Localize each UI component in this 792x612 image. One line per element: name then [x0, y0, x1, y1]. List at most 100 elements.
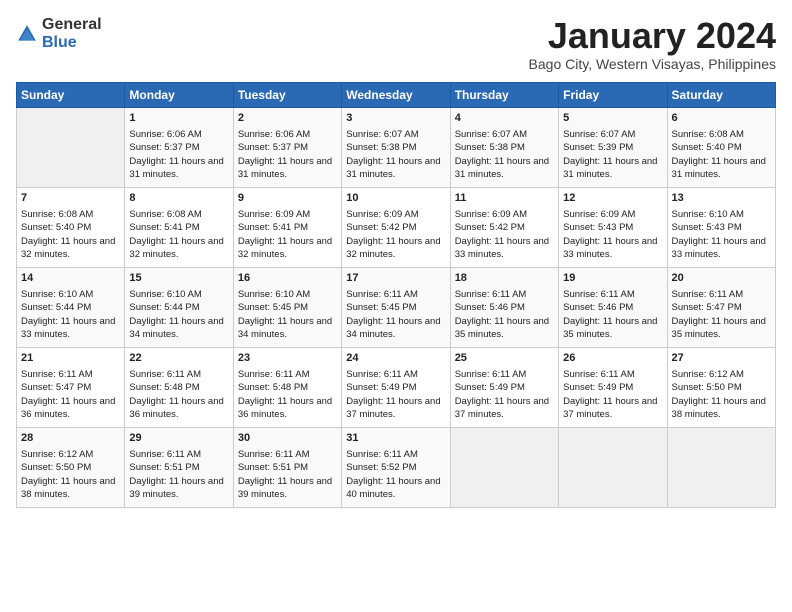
- col-saturday: Saturday: [667, 82, 775, 107]
- col-sunday: Sunday: [17, 82, 125, 107]
- sunrise: Sunrise: 6:11 AM: [129, 369, 201, 380]
- day-number: 22: [129, 351, 228, 366]
- sunset: Sunset: 5:40 PM: [672, 142, 742, 153]
- sunset: Sunset: 5:45 PM: [346, 302, 416, 313]
- table-row: 30Sunrise: 6:11 AMSunset: 5:51 PMDayligh…: [233, 427, 341, 507]
- table-row: 2 Sunrise: 6:06 AM Sunset: 5:37 PM Daylight…: [233, 107, 341, 187]
- table-row: 19Sunrise: 6:11 AMSunset: 5:46 PMDayligh…: [559, 267, 667, 347]
- day-number: 29: [129, 431, 228, 446]
- table-row: 15Sunrise: 6:10 AMSunset: 5:44 PMDayligh…: [125, 267, 233, 347]
- table-row: 20Sunrise: 6:11 AMSunset: 5:47 PMDayligh…: [667, 267, 775, 347]
- table-row: 23Sunrise: 6:11 AMSunset: 5:48 PMDayligh…: [233, 347, 341, 427]
- sunset: Sunset: 5:43 PM: [672, 222, 742, 233]
- table-row: [450, 427, 558, 507]
- subtitle: Bago City, Western Visayas, Philippines: [529, 56, 776, 72]
- day-number: 2: [238, 111, 337, 126]
- sunset: Sunset: 5:50 PM: [21, 462, 91, 473]
- logo-text: General Blue: [42, 16, 102, 51]
- sunrise: Sunrise: 6:08 AM: [21, 209, 93, 220]
- day-number: 17: [346, 271, 445, 286]
- daylight: Daylight: 11 hours and 32 minutes.: [21, 236, 115, 260]
- sunrise: Sunrise: 6:10 AM: [672, 209, 744, 220]
- daylight: Daylight: 11 hours and 32 minutes.: [346, 236, 440, 260]
- daylight: Daylight: 11 hours and 38 minutes.: [21, 476, 115, 500]
- month-title: January 2024: [529, 16, 776, 56]
- sunset: Sunset: 5:44 PM: [21, 302, 91, 313]
- daylight: Daylight: 11 hours and 31 minutes.: [238, 156, 332, 180]
- table-row: 3Sunrise: 6:07 AMSunset: 5:38 PMDaylight…: [342, 107, 450, 187]
- day-number: 18: [455, 271, 554, 286]
- sunrise: Sunrise: 6:08 AM: [672, 129, 744, 140]
- sunset: Sunset: 5:47 PM: [21, 382, 91, 393]
- day-number: 25: [455, 351, 554, 366]
- daylight: Daylight: 11 hours and 34 minutes.: [129, 316, 223, 340]
- daylight: Daylight: 11 hours and 34 minutes.: [346, 316, 440, 340]
- day-number: 9: [238, 191, 337, 206]
- day-number: 10: [346, 191, 445, 206]
- col-tuesday: Tuesday: [233, 82, 341, 107]
- table-row: [17, 107, 125, 187]
- day-number: 30: [238, 431, 337, 446]
- table-row: 9Sunrise: 6:09 AMSunset: 5:41 PMDaylight…: [233, 187, 341, 267]
- sunrise: Sunrise: 6:11 AM: [238, 369, 310, 380]
- day-number: 16: [238, 271, 337, 286]
- sunset: Sunset: 5:49 PM: [455, 382, 525, 393]
- header: General Blue January 2024 Bago City, Wes…: [16, 16, 776, 72]
- day-number: 3: [346, 111, 445, 126]
- day-number: 6: [672, 111, 771, 126]
- sunset: Sunset: 5:42 PM: [455, 222, 525, 233]
- sunrise: Sunrise: 6:10 AM: [21, 289, 93, 300]
- sunset: Sunset: 5:45 PM: [238, 302, 308, 313]
- table-row: 16Sunrise: 6:10 AMSunset: 5:45 PMDayligh…: [233, 267, 341, 347]
- sunset: Sunset: 5:39 PM: [563, 142, 633, 153]
- day-number: 31: [346, 431, 445, 446]
- daylight: Daylight: 11 hours and 31 minutes.: [129, 156, 223, 180]
- sunset: Sunset: 5:37 PM: [129, 142, 199, 153]
- sunset: Sunset: 5:46 PM: [455, 302, 525, 313]
- sunrise: Sunrise: 6:06 AM: [238, 129, 310, 140]
- day-number: 13: [672, 191, 771, 206]
- day-number: 24: [346, 351, 445, 366]
- logo-general: General: [42, 16, 102, 34]
- sunrise: Sunrise: 6:06 AM: [129, 129, 201, 140]
- sunrise: Sunrise: 6:11 AM: [346, 449, 418, 460]
- sunrise: Sunrise: 6:09 AM: [238, 209, 310, 220]
- col-friday: Friday: [559, 82, 667, 107]
- sunrise: Sunrise: 6:10 AM: [238, 289, 310, 300]
- sunset: Sunset: 5:49 PM: [563, 382, 633, 393]
- calendar-week-1: 7Sunrise: 6:08 AMSunset: 5:40 PMDaylight…: [17, 187, 776, 267]
- sunset: Sunset: 5:43 PM: [563, 222, 633, 233]
- calendar-week-2: 14 Sunrise: 6:10 AM Sunset: 5:44 PM Dayligh…: [17, 267, 776, 347]
- sunrise: Sunrise: 6:11 AM: [455, 289, 527, 300]
- sunset: Sunset: 5:38 PM: [346, 142, 416, 153]
- sunrise: Sunrise: 6:11 AM: [21, 369, 93, 380]
- sunset: Sunset: 5:37 PM: [238, 142, 308, 153]
- sunrise: Sunrise: 6:11 AM: [238, 449, 310, 460]
- sunset: Sunset: 5:51 PM: [238, 462, 308, 473]
- day-number: 11: [455, 191, 554, 206]
- daylight: Daylight: 11 hours and 40 minutes.: [346, 476, 440, 500]
- sunrise: Sunrise: 6:07 AM: [455, 129, 527, 140]
- day-number: 19: [563, 271, 662, 286]
- col-thursday: Thursday: [450, 82, 558, 107]
- table-row: [667, 427, 775, 507]
- sunset: Sunset: 5:41 PM: [238, 222, 308, 233]
- sunrise: Sunrise: 6:12 AM: [672, 369, 744, 380]
- daylight: Daylight: 11 hours and 31 minutes.: [563, 156, 657, 180]
- page-container: General Blue January 2024 Bago City, Wes…: [0, 0, 792, 516]
- sunrise: Sunrise: 6:09 AM: [455, 209, 527, 220]
- sunrise: Sunrise: 6:08 AM: [129, 209, 201, 220]
- daylight: Daylight: 11 hours and 35 minutes.: [563, 316, 657, 340]
- sunset: Sunset: 5:38 PM: [455, 142, 525, 153]
- sunrise: Sunrise: 6:11 AM: [346, 369, 418, 380]
- sunrise: Sunrise: 6:11 AM: [563, 289, 635, 300]
- sunrise: Sunrise: 6:11 AM: [129, 449, 201, 460]
- daylight: Daylight: 11 hours and 36 minutes.: [21, 396, 115, 420]
- sunset: Sunset: 5:40 PM: [21, 222, 91, 233]
- table-row: 18Sunrise: 6:11 AMSunset: 5:46 PMDayligh…: [450, 267, 558, 347]
- sunset: Sunset: 5:44 PM: [129, 302, 199, 313]
- table-row: 5Sunrise: 6:07 AMSunset: 5:39 PMDaylight…: [559, 107, 667, 187]
- calendar-week-3: 21Sunrise: 6:11 AMSunset: 5:47 PMDayligh…: [17, 347, 776, 427]
- sunrise: Sunrise: 6:11 AM: [672, 289, 744, 300]
- day-number: 14: [21, 271, 120, 286]
